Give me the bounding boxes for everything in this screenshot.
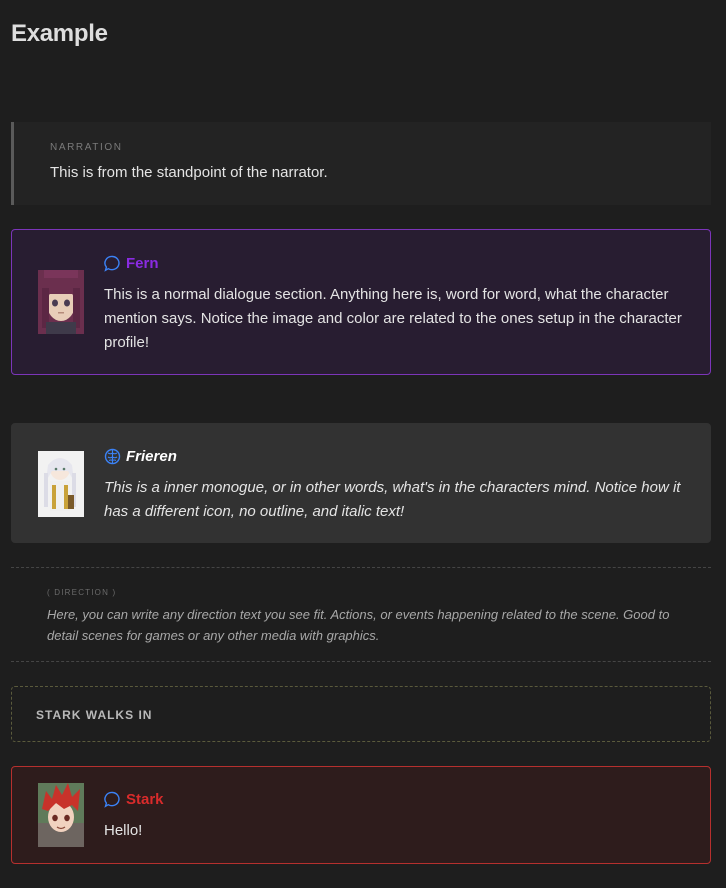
avatar-frieren <box>38 451 84 517</box>
speaker-name-row: Fern <box>104 255 159 272</box>
dialogue-text-frieren: This is a inner monogue, or in other wor… <box>104 479 681 520</box>
scene-event-text: STARK WALKS IN <box>36 708 153 722</box>
page: Example NARRATION This is from the stand… <box>0 0 726 888</box>
page-title: Example <box>11 20 108 47</box>
narration-label: NARRATION <box>50 142 123 153</box>
brain-icon <box>104 448 121 465</box>
scene-event: STARK WALKS IN <box>11 686 711 742</box>
direction-text: Here, you can write any direction text y… <box>47 607 670 643</box>
speech-bubble-icon <box>104 791 121 808</box>
dialogue-text-stark: Hello! <box>104 822 143 839</box>
avatar-stark <box>38 783 84 847</box>
direction-block: ( DIRECTION ) Here, you can write any di… <box>11 567 711 662</box>
narration-block: NARRATION This is from the standpoint of… <box>11 122 711 205</box>
dialogue-stark: Stark Hello! <box>11 766 711 864</box>
dialogue-fern: Fern This is a normal dialogue section. … <box>11 229 711 375</box>
speaker-name-frieren: Frieren <box>126 448 177 465</box>
dialogue-text-fern: This is a normal dialogue section. Anyth… <box>104 286 682 351</box>
speaker-name-fern: Fern <box>126 255 159 272</box>
avatar-fern <box>38 270 84 334</box>
dialogue-frieren: Frieren This is a inner monogue, or in o… <box>11 423 711 543</box>
direction-label: ( DIRECTION ) <box>47 588 117 597</box>
narration-text: This is from the standpoint of the narra… <box>50 164 328 181</box>
speaker-name-row: Stark <box>104 791 164 808</box>
speaker-name-row: Frieren <box>104 448 177 465</box>
speech-bubble-icon <box>104 255 121 272</box>
speaker-name-stark: Stark <box>126 791 164 808</box>
